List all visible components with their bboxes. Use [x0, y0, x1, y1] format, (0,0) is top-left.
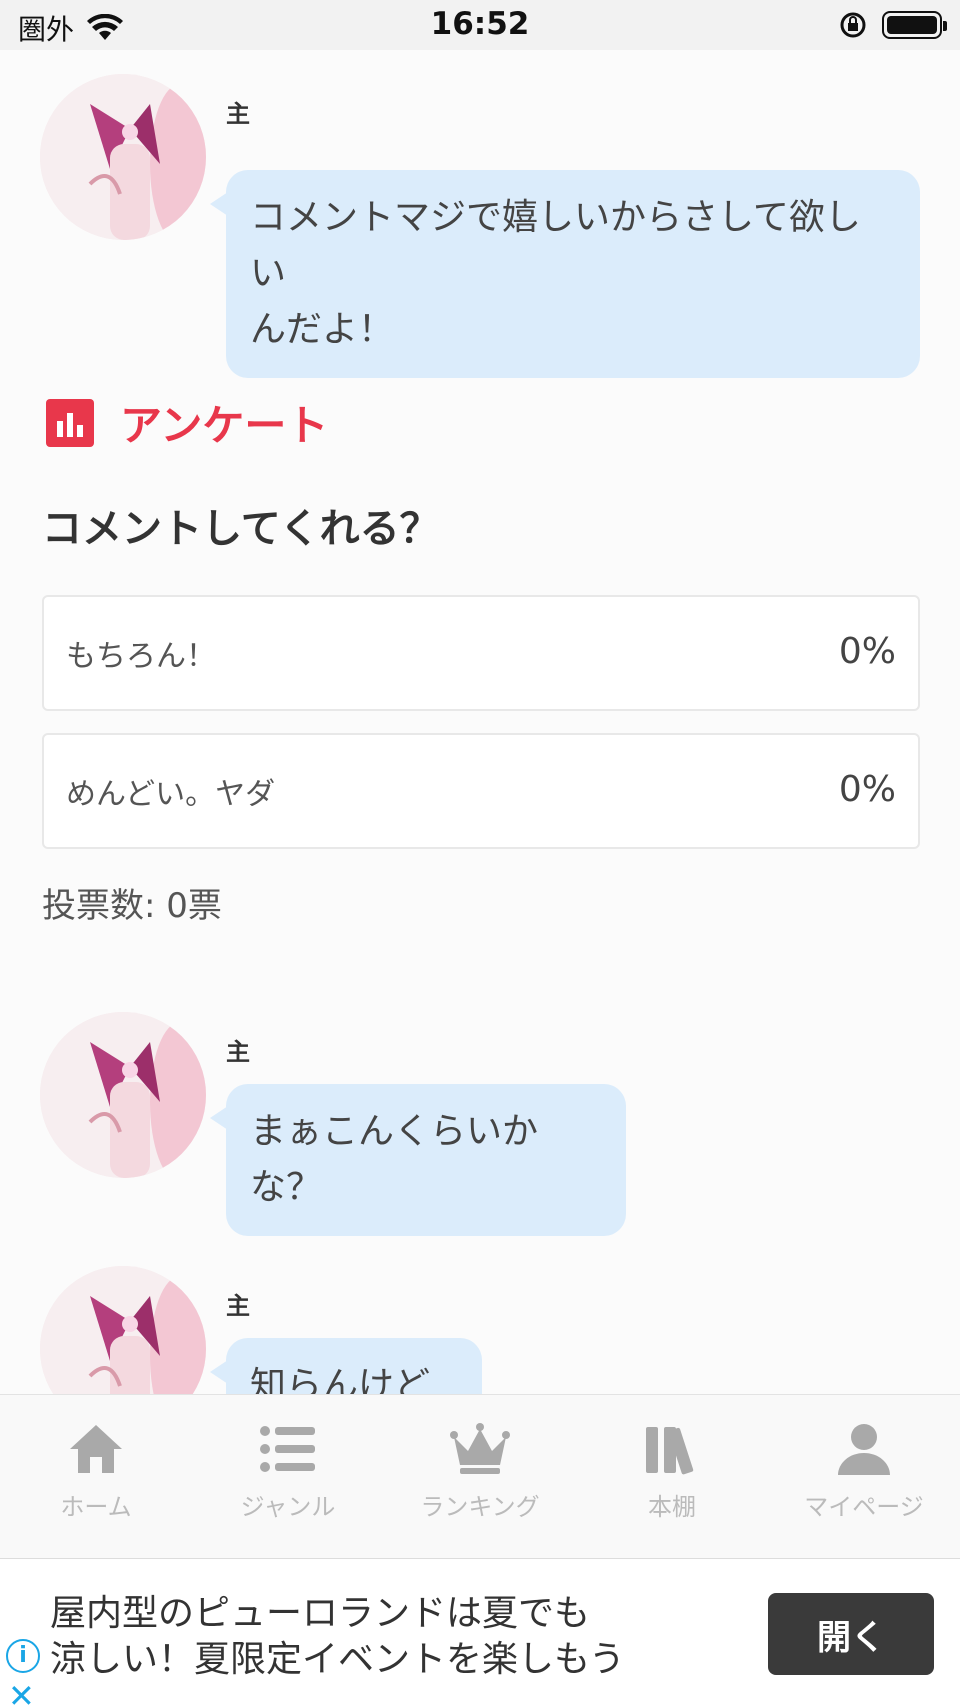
option-percent: 0% [838, 631, 896, 672]
ad-info-icon[interactable]: i [6, 1639, 40, 1673]
ad-text-line: 屋内型のピューロランドは夏でも [50, 1593, 591, 1634]
tab-home[interactable]: ホーム [0, 1421, 192, 1522]
ad-banner[interactable]: 屋内型のピューロランドは夏でも 涼しい！夏限定イベントを楽しもう 開く i ✕ [0, 1558, 960, 1706]
tab-label: ホーム [60, 1493, 132, 1521]
tab-label: ジャンル [240, 1493, 336, 1521]
message-text-line: んだよ！ [250, 309, 395, 350]
option-label: めんどい。ヤダ [66, 777, 276, 812]
tab-label: ランキング [420, 1493, 540, 1521]
survey-header: アンケート [46, 392, 328, 453]
message-bubble: コメントマジで嬉しいからさして欲しい んだよ！ [210, 170, 920, 378]
message-author: 主 [226, 100, 250, 128]
message-text: 知らんけど← [250, 1365, 431, 1394]
tab-bookshelf[interactable]: 本棚 [576, 1421, 768, 1522]
clock: 16:52 [430, 6, 530, 42]
chat-content[interactable]: 主 コメントマジで嬉しいからさして欲しい んだよ！ アンケート コメントしてくれ… [0, 50, 960, 1394]
rotation-lock-icon [840, 12, 866, 38]
avatar-image [40, 74, 206, 240]
status-bar: 圏外 16:52 [0, 0, 960, 50]
tab-label: 本棚 [648, 1493, 696, 1521]
crown-icon [450, 1423, 510, 1474]
message-author: 主 [226, 1292, 250, 1320]
tab-mypage[interactable]: マイページ [768, 1421, 960, 1522]
avatar[interactable] [40, 1266, 206, 1394]
home-icon [70, 1425, 122, 1473]
bookshelf-icon [646, 1427, 694, 1475]
user-icon [838, 1424, 890, 1475]
chart-icon [46, 398, 94, 447]
ad-close-icon[interactable]: ✕ [8, 1677, 35, 1706]
ad-open-button[interactable]: 開く [768, 1593, 934, 1675]
survey-option[interactable]: もちろん！ 0% [42, 595, 920, 711]
survey-title: アンケート [120, 401, 329, 450]
message-text: まぁこんくらいかな？ [250, 1111, 539, 1208]
bottom-tab-bar: ホーム ジャンル ランキング 本棚 マイページ [0, 1394, 960, 1558]
survey-question: コメントしてくれる？ [42, 506, 440, 552]
avatar-image [40, 1012, 206, 1178]
option-percent: 0% [838, 769, 896, 810]
message-bubble: 知らんけど← [210, 1338, 482, 1394]
avatar[interactable] [40, 74, 206, 240]
avatar[interactable] [40, 1012, 206, 1178]
option-label: もちろん！ [66, 639, 216, 674]
message-author: 主 [226, 1038, 250, 1066]
ad-text: 屋内型のピューロランドは夏でも 涼しい！夏限定イベントを楽しもう [50, 1591, 625, 1683]
tab-label: マイページ [804, 1493, 924, 1521]
ad-text-line: 涼しい！夏限定イベントを楽しもう [50, 1639, 625, 1680]
tab-genre[interactable]: ジャンル [192, 1421, 384, 1522]
survey-option[interactable]: めんどい。ヤダ 0% [42, 733, 920, 849]
list-icon [260, 1426, 315, 1472]
vote-count: 投票数: 0票 [42, 886, 222, 926]
app-screen: 圏外 16:52 主 コメントマジで嬉しいからさして欲しい んだよ！ アンケート… [0, 0, 960, 1706]
battery-icon [882, 11, 947, 39]
status-right [838, 10, 947, 40]
avatar-image [40, 1266, 206, 1394]
tab-ranking[interactable]: ランキング [384, 1421, 576, 1522]
message-bubble: まぁこんくらいかな？ [210, 1084, 626, 1236]
message-text-line: コメントマジで嬉しいからさして欲しい [250, 197, 861, 294]
